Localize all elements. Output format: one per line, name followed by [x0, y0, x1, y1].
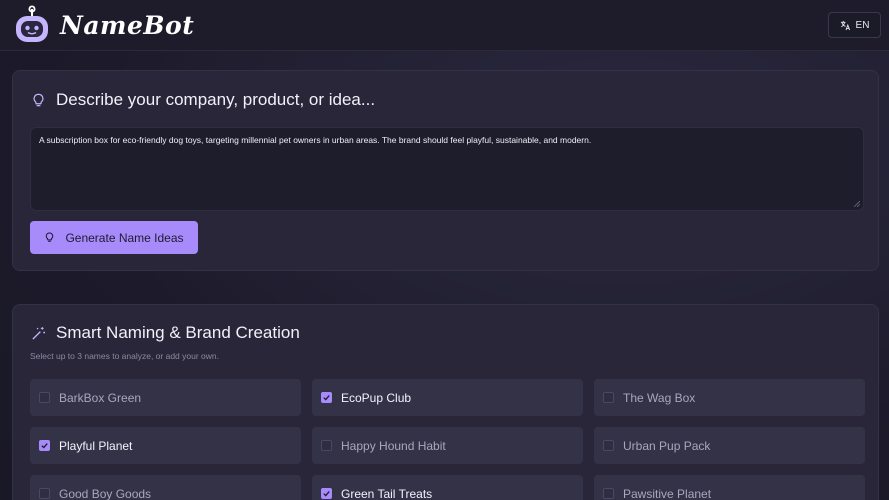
option-label: Happy Hound Habit — [341, 438, 446, 453]
naming-title: Smart Naming & Brand Creation — [56, 323, 300, 342]
checkbox[interactable] — [321, 392, 332, 403]
checkbox[interactable] — [321, 488, 332, 499]
name-option[interactable]: Playful Planet — [30, 427, 301, 464]
name-option[interactable]: Urban Pup Pack — [594, 427, 865, 464]
checkbox[interactable] — [39, 488, 50, 499]
option-label: Urban Pup Pack — [623, 438, 711, 453]
lightbulb-icon — [33, 93, 44, 106]
naming-subtitle: Select up to 3 names to analyze, or add … — [30, 351, 220, 361]
option-label: Green Tail Treats — [341, 486, 433, 500]
checkbox[interactable] — [39, 392, 50, 403]
generate-label: Generate Name Ideas — [65, 230, 184, 245]
describe-card: Describe your company, product, or idea.… — [12, 70, 879, 271]
name-option[interactable]: Happy Hound Habit — [312, 427, 583, 464]
description-text: A subscription box for eco-friendly dog … — [39, 135, 592, 145]
name-option[interactable]: BarkBox Green — [30, 379, 301, 416]
option-label: EcoPup Club — [341, 390, 412, 405]
name-option[interactable]: EcoPup Club — [312, 379, 583, 416]
checkbox[interactable] — [603, 488, 614, 499]
checkbox[interactable] — [603, 392, 614, 403]
app-name: NameBot — [60, 10, 195, 40]
checkbox[interactable] — [603, 440, 614, 451]
describe-header: Describe your company, product, or idea.… — [31, 90, 375, 110]
option-label: Good Boy Goods — [59, 486, 152, 500]
top-bar: NameBot EN — [0, 0, 889, 51]
name-option[interactable]: Good Boy Goods — [30, 475, 301, 500]
logo[interactable]: NameBot — [14, 5, 194, 45]
option-label: The Wag Box — [623, 390, 696, 405]
describe-title: Describe your company, product, or idea.… — [56, 90, 376, 109]
check-icon — [323, 395, 330, 401]
check-icon — [323, 491, 330, 497]
language-label: EN — [855, 19, 870, 31]
naming-header: Smart Naming & Brand Creation — [31, 323, 300, 343]
naming-card: Smart Naming & Brand Creation Select up … — [12, 304, 879, 500]
magic-wand-icon — [32, 326, 46, 340]
generate-button[interactable]: Generate Name Ideas — [30, 221, 198, 254]
option-label: BarkBox Green — [59, 390, 142, 405]
name-option[interactable]: Green Tail Treats — [312, 475, 583, 500]
option-label: Pawsitive Planet — [623, 486, 712, 500]
option-label: Playful Planet — [59, 438, 133, 453]
checkbox[interactable] — [321, 440, 332, 451]
resize-handle-icon[interactable] — [854, 201, 860, 207]
check-icon — [41, 443, 48, 449]
description-textarea[interactable]: A subscription box for eco-friendly dog … — [30, 127, 864, 211]
translate-icon — [840, 20, 850, 30]
language-button[interactable]: EN — [828, 12, 881, 38]
name-option[interactable]: The Wag Box — [594, 379, 865, 416]
name-option[interactable]: Pawsitive Planet — [594, 475, 865, 500]
robot-icon — [16, 5, 48, 42]
lightbulb-icon — [46, 232, 54, 242]
checkbox[interactable] — [39, 440, 50, 451]
